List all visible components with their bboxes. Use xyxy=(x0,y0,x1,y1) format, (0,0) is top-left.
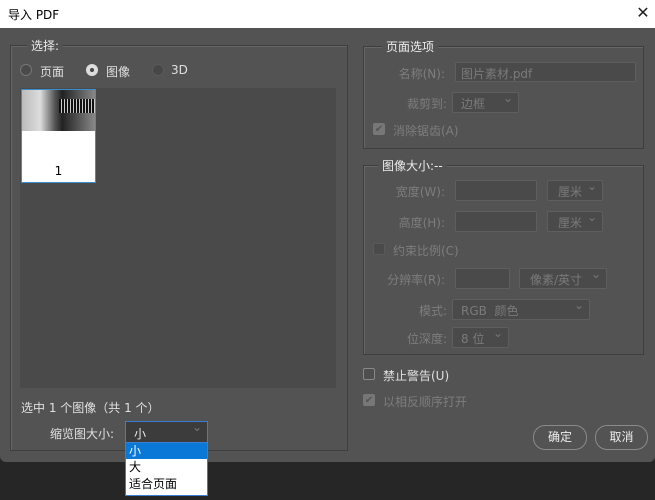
height-input[interactable] xyxy=(455,211,537,232)
window-title: 导入 PDF xyxy=(8,8,60,22)
depth-value: 8 位 xyxy=(461,332,485,346)
thumb-size-dropdown: 小 大 适合页面 xyxy=(125,442,208,496)
width-unit-select[interactable]: 厘米 xyxy=(547,179,603,201)
selection-status: 选中 1 个图像（共 1 个） xyxy=(21,401,160,415)
depth-label: 位深度: xyxy=(406,332,447,346)
name-input[interactable]: 图片素材.pdf xyxy=(455,62,636,82)
suppress-warnings-checkbox[interactable] xyxy=(363,368,375,380)
thumb-size-label: 缩览图大小: xyxy=(50,427,115,441)
radio-label: 页面 xyxy=(40,65,65,79)
height-unit-select[interactable]: 厘米 xyxy=(547,210,603,232)
option-fit-page[interactable]: 适合页面 xyxy=(126,476,207,493)
close-icon[interactable]: ✕ xyxy=(634,3,652,22)
crop-label: 裁剪到: xyxy=(406,97,447,111)
width-input[interactable] xyxy=(455,180,537,201)
name-label: 名称(N): xyxy=(398,67,445,81)
image-size-legend: 图像大小:-- xyxy=(378,157,447,174)
thumb-size-select[interactable]: 小 xyxy=(125,420,208,443)
radio-button[interactable] xyxy=(152,64,164,76)
height-label: 高度(H): xyxy=(398,216,445,230)
thumbnail-image xyxy=(22,90,95,131)
resolution-label: 分辨率(R): xyxy=(387,273,445,287)
width-unit-value: 厘米 xyxy=(558,185,583,199)
thumbnail-item[interactable]: 1 xyxy=(21,89,96,183)
title-bar: 导入 PDF ✕ xyxy=(0,0,655,28)
height-unit-value: 厘米 xyxy=(558,216,583,230)
resolution-unit-value: 像素/英寸 xyxy=(530,273,583,287)
radio-label: 图像 xyxy=(106,65,131,79)
select-legend: 选择: xyxy=(27,37,64,54)
depth-select[interactable]: 8 位 xyxy=(452,326,509,348)
crop-value: 边框 xyxy=(461,97,486,111)
cancel-button[interactable]: 取消 xyxy=(595,425,648,450)
reverse-order-checkbox[interactable]: ✔ xyxy=(363,394,375,406)
radio-label: 3D xyxy=(171,63,188,77)
constrain-checkbox[interactable] xyxy=(373,243,385,255)
option-large[interactable]: 大 xyxy=(126,459,207,476)
suppress-warnings-label: 禁止警告(U) xyxy=(383,369,450,383)
mode-label: 模式: xyxy=(418,304,447,318)
resolution-input[interactable] xyxy=(455,268,510,289)
option-small[interactable]: 小 xyxy=(126,443,207,459)
width-label: 宽度(W): xyxy=(395,185,445,199)
antialias-label: 消除锯齿(A) xyxy=(393,124,459,138)
thumb-size-value: 小 xyxy=(134,427,147,441)
constrain-label: 约束比例(C) xyxy=(393,244,459,258)
resolution-unit-select[interactable]: 像素/英寸 xyxy=(519,267,607,289)
mode-value: RGB 颜色 xyxy=(461,304,519,318)
antialias-checkbox[interactable]: ✔ xyxy=(373,123,385,135)
mode-select[interactable]: RGB 颜色 xyxy=(452,298,590,320)
reverse-order-label: 以相反顺序打开 xyxy=(383,395,468,409)
ok-button[interactable]: 确定 xyxy=(533,425,587,450)
crop-select[interactable]: 边框 xyxy=(452,91,519,113)
page-options-legend: 页面选项 xyxy=(382,38,439,55)
thumbnail-label: 1 xyxy=(54,164,63,178)
radio-button[interactable] xyxy=(86,64,98,76)
radio-button[interactable] xyxy=(20,64,32,76)
